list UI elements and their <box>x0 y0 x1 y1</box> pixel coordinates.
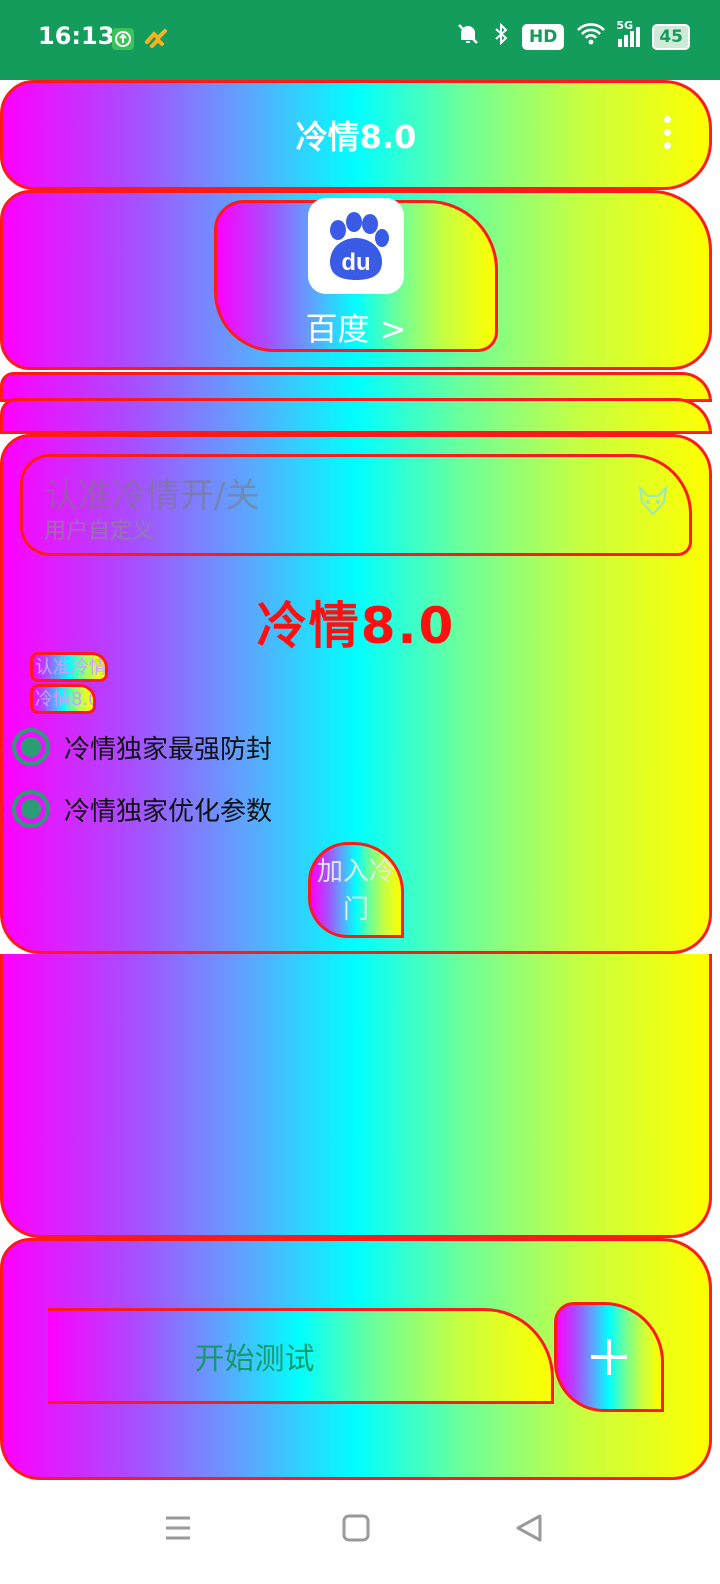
upload-icon <box>112 28 134 50</box>
wifi-icon <box>576 22 606 51</box>
baidu-logo-text: du <box>341 249 370 276</box>
app-title: 冷情8.0 <box>295 118 417 156</box>
signal-icon: 5G <box>616 19 641 47</box>
status-time: 16:13 <box>38 22 115 50</box>
back-triangle-icon[interactable] <box>510 1508 550 1548</box>
empty-card <box>0 954 712 1238</box>
option-optimize[interactable]: 冷情独家优化参数 <box>12 790 272 828</box>
fox-icon[interactable] <box>636 484 670 518</box>
start-test-label: 开始测试 <box>194 1342 315 1377</box>
menu-icon[interactable] <box>158 1508 198 1548</box>
tag-chip-2: 冷情8.0 <box>30 684 96 714</box>
radio-checked-icon[interactable] <box>12 728 50 766</box>
plus-icon <box>591 1339 627 1375</box>
option-anti-ban[interactable]: 冷情独家最强防封 <box>12 728 272 766</box>
network-label: 5G <box>616 18 634 32</box>
battery-icon: 45 <box>652 23 690 50</box>
hd-icon: HD <box>521 23 565 50</box>
main-title: 冷情8.0 <box>256 597 456 655</box>
option-label: 冷情独家最强防封 <box>64 734 273 765</box>
custom-text-hint: 用户自定义 <box>44 519 155 544</box>
app-selector-label: 百度 > <box>305 310 407 348</box>
status-right: HD 5G 45 <box>456 19 690 51</box>
baidu-paw-icon: du <box>308 198 404 294</box>
option-label: 冷情独家优化参数 <box>64 796 273 827</box>
join-button[interactable]: 加入冷门 <box>308 842 404 938</box>
app-badge-icon <box>144 28 167 50</box>
more-vertical-icon[interactable] <box>664 116 674 149</box>
custom-text-value[interactable]: 认准冷情开/关 <box>44 468 259 517</box>
start-test-button[interactable]: 开始测试 <box>48 1308 554 1404</box>
tag-chip-1: 认准冷情 <box>30 652 108 682</box>
home-square-icon[interactable] <box>336 1508 376 1548</box>
bell-muted-icon <box>456 22 480 51</box>
divider-strip-2 <box>0 398 712 434</box>
radio-checked-icon[interactable] <box>12 790 50 828</box>
bluetooth-icon <box>492 22 510 51</box>
